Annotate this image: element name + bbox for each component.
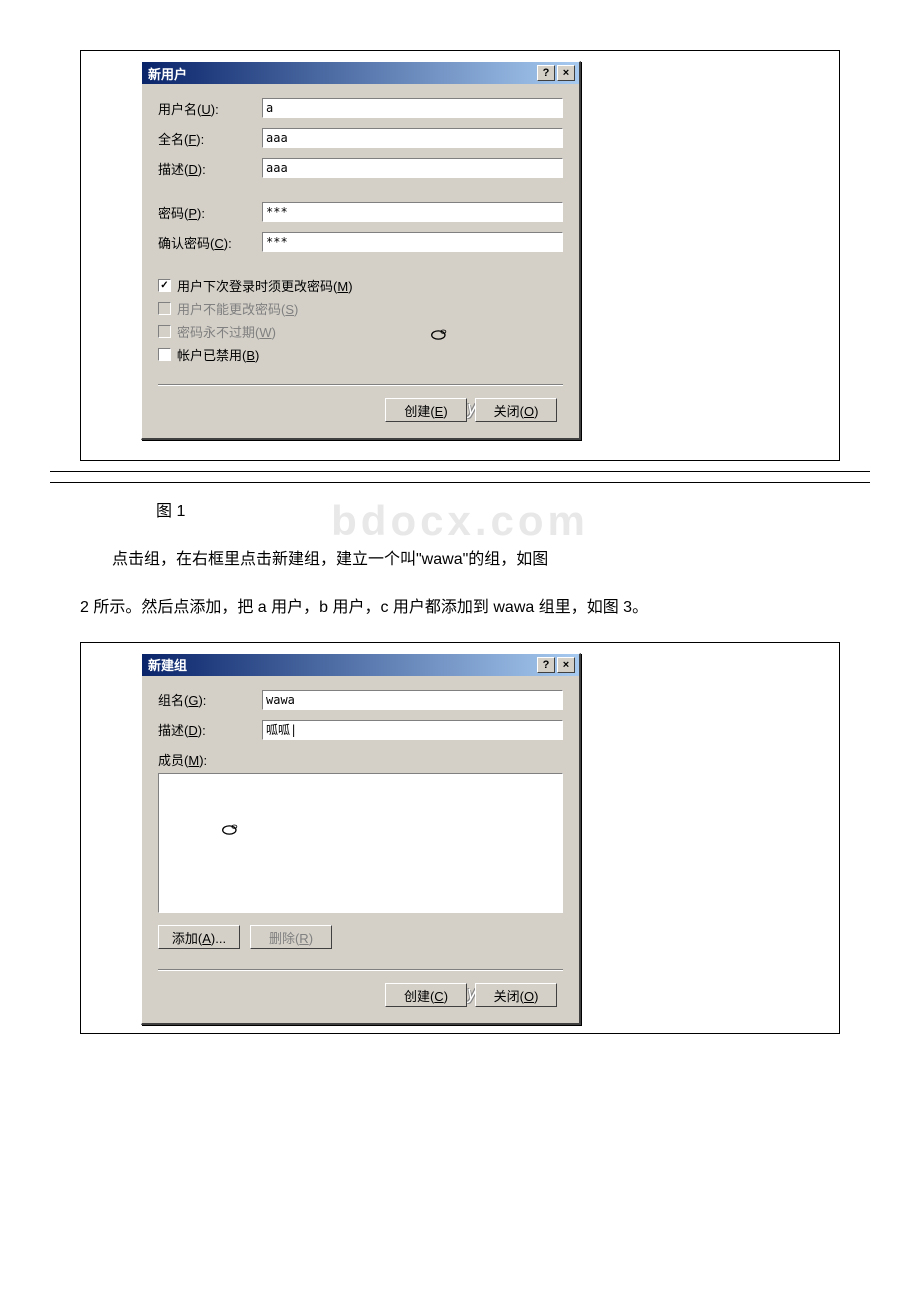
groupname-label: 组名(G): [158, 690, 262, 709]
separator [158, 384, 563, 386]
account-disabled-label: 帐户已禁用(B) [177, 345, 259, 364]
description-label: 描述(D): [158, 159, 262, 178]
username-label: 用户名(U): [158, 99, 262, 118]
confirm-password-input[interactable] [262, 232, 563, 252]
create-group-button[interactable]: 创建(C) [385, 983, 467, 1007]
close-dialog-button[interactable]: 关闭(O) [475, 398, 557, 422]
dialog-body: 组名(G): 描述(D): 成员(M): 添加(A)... 删除(R) www.… [142, 676, 579, 1023]
separator [158, 969, 563, 971]
cursor-icon [428, 325, 452, 345]
create-button[interactable]: 创建(E) [385, 398, 467, 422]
close-button[interactable]: × [557, 65, 575, 81]
never-expire-label: 密码永不过期(W) [177, 322, 276, 341]
groupname-input[interactable] [262, 690, 563, 710]
titlebar: 新建组 ? × [142, 654, 579, 676]
dialog-title: 新用户 [146, 64, 187, 83]
new-user-dialog: 新用户 ? × 用户名(U): 全名(F): 描述(D): 密码(P): [141, 61, 581, 440]
dialog-title: 新建组 [146, 655, 187, 674]
figure-1-container: 新用户 ? × 用户名(U): 全名(F): 描述(D): 密码(P): [80, 50, 840, 461]
titlebar: 新用户 ? × [142, 62, 579, 84]
never-expire-checkbox [158, 325, 171, 338]
members-label: 成员(M): [158, 750, 262, 769]
instruction-paragraph: 点击组，在右框里点击新建组，建立一个叫"wawa"的组，如图 [80, 545, 840, 575]
members-listbox[interactable] [158, 773, 563, 913]
cannot-change-label: 用户不能更改密码(S) [177, 299, 298, 318]
description-input[interactable] [262, 158, 563, 178]
username-input[interactable] [262, 98, 563, 118]
password-input[interactable] [262, 202, 563, 222]
add-button[interactable]: 添加(A)... [158, 925, 240, 949]
fullname-label: 全名(F): [158, 129, 262, 148]
instruction-paragraph-2: 2 所示。然后点添加，把 a 用户，b 用户，c 用户都添加到 wawa 组里，… [80, 593, 840, 623]
must-change-checkbox[interactable] [158, 279, 171, 292]
figure-2-container: 新建组 ? × 组名(G): 描述(D): 成员(M): 添加(A). [80, 642, 840, 1034]
confirm-password-label: 确认密码(C): [158, 233, 262, 252]
must-change-label: 用户下次登录时须更改密码(M) [177, 276, 353, 295]
cannot-change-checkbox [158, 302, 171, 315]
close-button[interactable]: × [557, 657, 575, 673]
close-group-dialog-button[interactable]: 关闭(O) [475, 983, 557, 1007]
account-disabled-checkbox[interactable] [158, 348, 171, 361]
page-divider [50, 471, 870, 483]
help-button[interactable]: ? [537, 657, 555, 673]
password-label: 密码(P): [158, 203, 262, 222]
group-description-input[interactable] [262, 720, 563, 740]
help-button[interactable]: ? [537, 65, 555, 81]
remove-button: 删除(R) [250, 925, 332, 949]
dialog-body: 用户名(U): 全名(F): 描述(D): 密码(P): 确认密码(C): [142, 84, 579, 438]
group-description-label: 描述(D): [158, 720, 262, 739]
new-group-dialog: 新建组 ? × 组名(G): 描述(D): 成员(M): 添加(A). [141, 653, 581, 1025]
bdocx-watermark: bdocx.com [80, 497, 840, 545]
cursor-icon [219, 820, 243, 840]
fullname-input[interactable] [262, 128, 563, 148]
